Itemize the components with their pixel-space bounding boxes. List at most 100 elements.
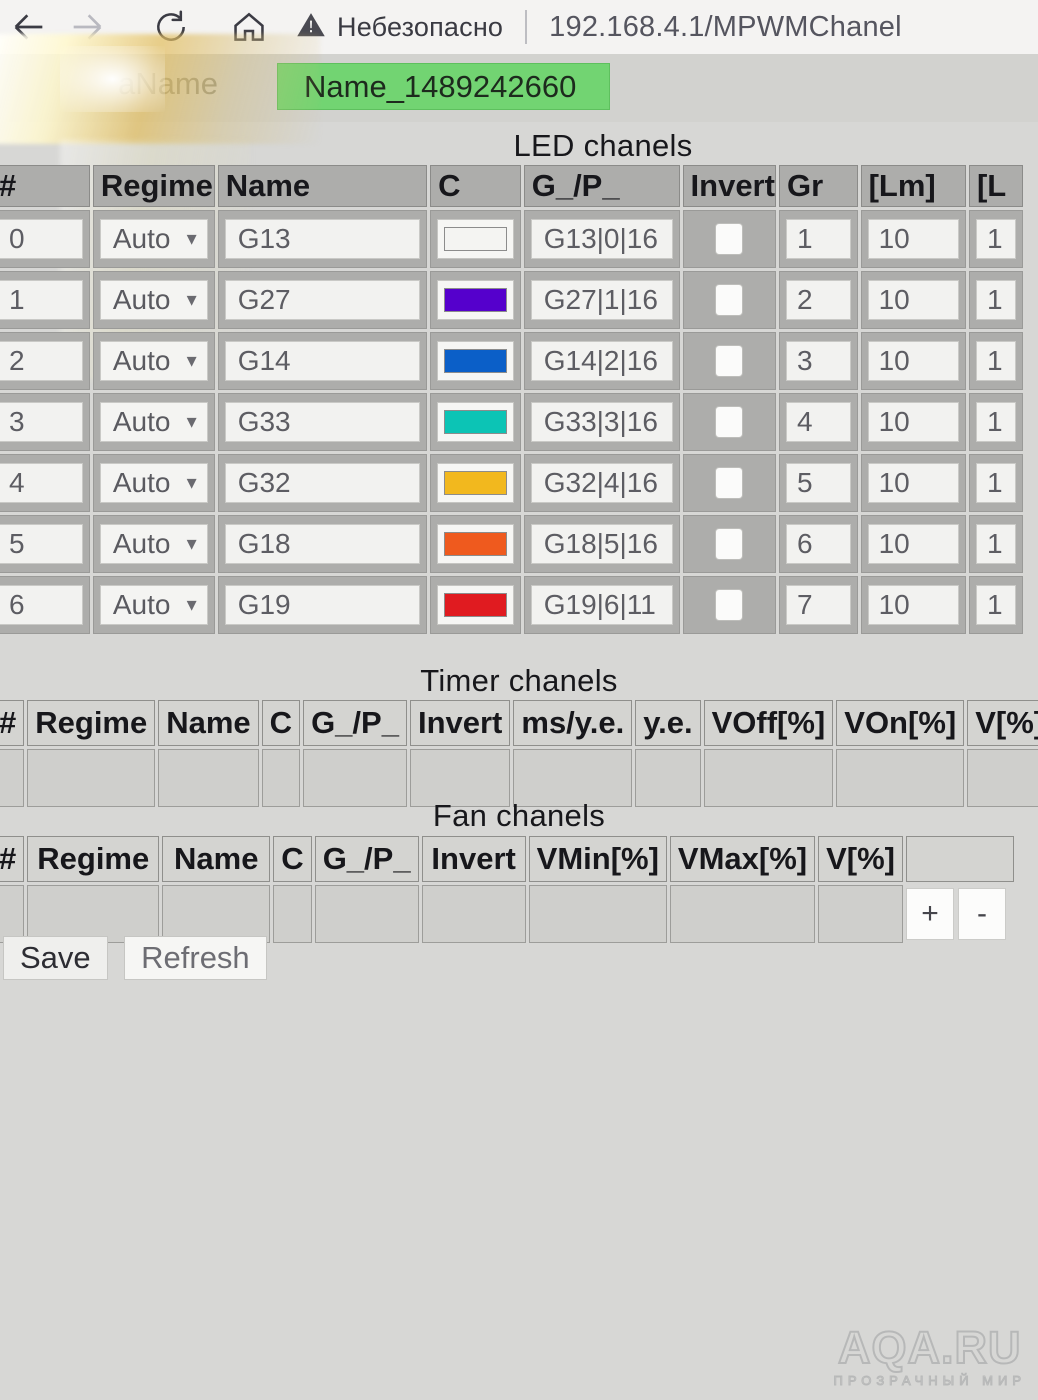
reload-icon[interactable] [142,0,200,54]
led-lm-input[interactable]: 10 [867,280,959,320]
led-invert-cell[interactable] [682,332,776,390]
led-lm-cell[interactable]: 10 [860,210,966,268]
led-last-cell[interactable]: 1 [968,393,1023,451]
fan-empty-input[interactable] [669,885,816,943]
led-regime-cell[interactable]: Auto ▾ [92,393,215,451]
led-color-picker[interactable] [437,585,514,625]
led-gr-cell[interactable]: 2 [778,271,858,329]
led-gr-input[interactable]: 2 [785,280,851,320]
led-gp-input[interactable]: G27|1|16 [530,280,673,320]
led-regime-select[interactable]: Auto ▾ [99,585,208,625]
led-name-cell[interactable]: G32 [217,454,428,512]
led-name-input[interactable]: G14 [224,341,421,381]
led-color-picker[interactable] [437,341,514,381]
led-invert-checkbox[interactable] [715,528,744,560]
led-gr-input[interactable]: 5 [785,463,851,503]
led-lm-cell[interactable]: 10 [860,271,966,329]
save-button[interactable]: Save [3,936,108,980]
led-invert-cell[interactable] [682,271,776,329]
led-name-cell[interactable]: G18 [217,515,428,573]
led-gp-cell[interactable]: G27|1|16 [523,271,680,329]
led-last-cell[interactable]: 1 [968,271,1023,329]
led-regime-select[interactable]: Auto ▾ [99,402,208,442]
led-last-cell[interactable]: 1 [968,515,1023,573]
led-gp-cell[interactable]: G19|6|11 [523,576,680,634]
led-lm-input[interactable]: 10 [867,219,959,259]
led-name-input[interactable]: G27 [224,280,421,320]
led-gp-input[interactable]: G33|3|16 [530,402,673,442]
led-regime-select[interactable]: Auto ▾ [99,219,208,259]
device-name-input[interactable]: Name_1489242660 [277,63,610,110]
led-color-picker[interactable] [437,219,514,259]
led-regime-cell[interactable]: Auto ▾ [92,454,215,512]
led-color-picker[interactable] [437,280,514,320]
led-name-cell[interactable]: G33 [217,393,428,451]
led-lm-cell[interactable]: 10 [860,576,966,634]
fan-empty-input[interactable] [162,885,271,943]
led-gp-input[interactable]: G13|0|16 [530,219,673,259]
fan-empty-input[interactable] [273,885,312,943]
led-gp-input[interactable]: G14|2|16 [530,341,673,381]
led-invert-cell[interactable] [682,454,776,512]
led-last-cell[interactable]: 1 [968,210,1023,268]
led-gr-cell[interactable]: 3 [778,332,858,390]
led-color-cell[interactable] [430,393,521,451]
led-color-picker[interactable] [437,524,514,564]
refresh-button[interactable]: Refresh [124,936,267,980]
led-invert-checkbox[interactable] [715,589,744,621]
led-gr-input[interactable]: 3 [785,341,851,381]
led-regime-select[interactable]: Auto ▾ [99,524,208,564]
led-last-input[interactable]: 1 [975,524,1016,564]
led-last-cell[interactable]: 1 [968,576,1023,634]
led-last-input[interactable]: 1 [975,341,1016,381]
led-color-cell[interactable] [430,515,521,573]
led-name-cell[interactable]: G19 [217,576,428,634]
fan-remove-row-button[interactable]: - [958,888,1006,940]
fan-add-row-button[interactable]: + [906,888,954,940]
led-regime-cell[interactable]: Auto ▾ [92,332,215,390]
led-color-picker[interactable] [437,402,514,442]
led-gr-cell[interactable]: 5 [778,454,858,512]
fan-empty-input[interactable] [818,885,903,943]
led-gr-input[interactable]: 1 [785,219,851,259]
led-invert-cell[interactable] [682,576,776,634]
led-invert-checkbox[interactable] [715,345,744,377]
led-invert-cell[interactable] [682,210,776,268]
back-icon[interactable] [0,0,58,54]
led-regime-cell[interactable]: Auto ▾ [92,576,215,634]
fan-empty-input[interactable] [528,885,667,943]
led-lm-cell[interactable]: 10 [860,393,966,451]
led-last-input[interactable]: 1 [975,402,1016,442]
led-gr-input[interactable]: 6 [785,524,851,564]
led-name-cell[interactable]: G27 [217,271,428,329]
led-gp-input[interactable]: G18|5|16 [530,524,673,564]
led-name-cell[interactable]: G13 [217,210,428,268]
led-name-input[interactable]: G18 [224,524,421,564]
security-warning[interactable]: Небезопасно [296,10,503,45]
led-last-input[interactable]: 1 [975,463,1016,503]
led-last-cell[interactable]: 1 [968,454,1023,512]
led-color-cell[interactable] [430,271,521,329]
led-color-cell[interactable] [430,332,521,390]
led-gp-cell[interactable]: G14|2|16 [523,332,680,390]
led-gp-cell[interactable]: G33|3|16 [523,393,680,451]
led-name-cell[interactable]: G14 [217,332,428,390]
led-gp-cell[interactable]: G32|4|16 [523,454,680,512]
led-gp-cell[interactable]: G13|0|16 [523,210,680,268]
led-invert-cell[interactable] [682,515,776,573]
led-color-cell[interactable] [430,210,521,268]
led-lm-input[interactable]: 10 [867,585,959,625]
led-gp-cell[interactable]: G18|5|16 [523,515,680,573]
led-gr-cell[interactable]: 1 [778,210,858,268]
led-lm-cell[interactable]: 10 [860,454,966,512]
led-regime-select[interactable]: Auto ▾ [99,341,208,381]
led-gp-input[interactable]: G32|4|16 [530,463,673,503]
led-last-input[interactable]: 1 [975,280,1016,320]
led-gr-input[interactable]: 7 [785,585,851,625]
led-lm-input[interactable]: 10 [867,402,959,442]
led-lm-input[interactable]: 10 [867,463,959,503]
led-gr-cell[interactable]: 6 [778,515,858,573]
home-icon[interactable] [220,0,278,54]
led-lm-input[interactable]: 10 [867,524,959,564]
led-regime-cell[interactable]: Auto ▾ [92,515,215,573]
